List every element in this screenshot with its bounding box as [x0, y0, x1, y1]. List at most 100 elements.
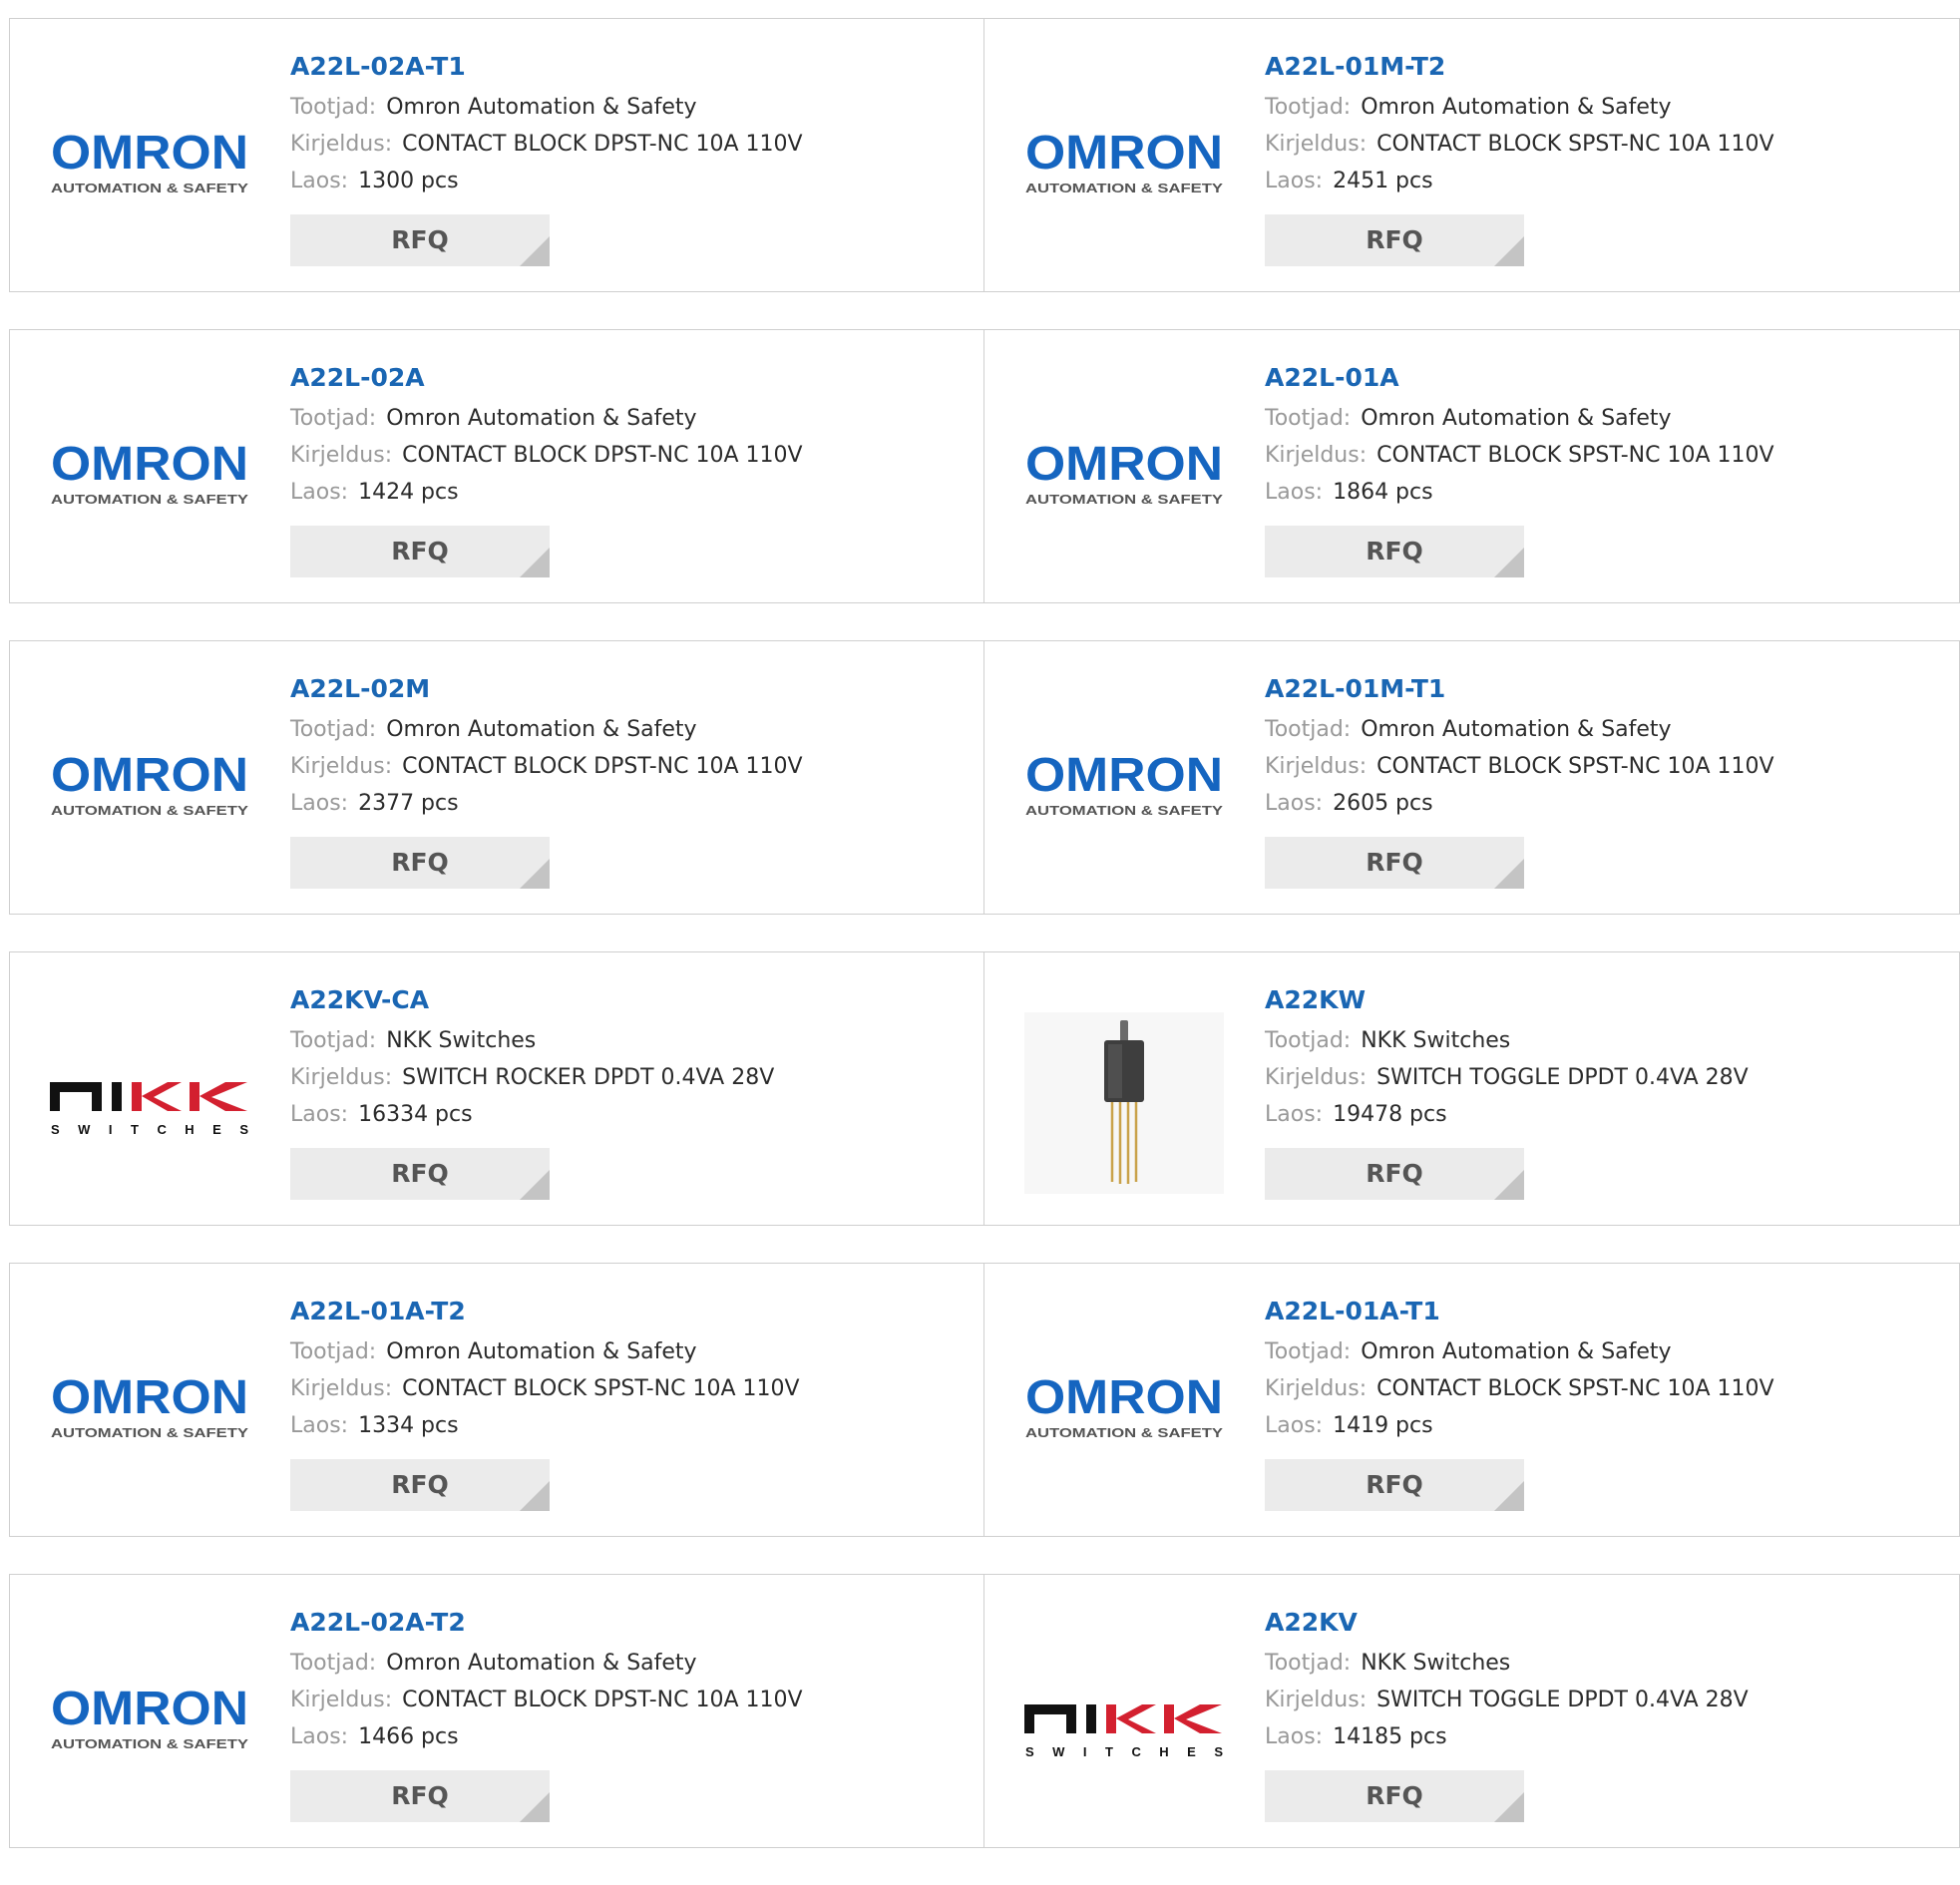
manufacturer-label: Tootjad: [290, 95, 377, 120]
manufacturer-label: Tootjad: [1265, 95, 1352, 120]
product-card: OMRON AUTOMATION & SAFETY A22L-01A-T1 Too… [984, 1263, 1960, 1537]
rfq-label: RFQ [391, 225, 449, 254]
svg-text:OMRON: OMRON [51, 749, 248, 802]
stock-line: Laos: 19478 pcs [1265, 1096, 1943, 1133]
part-number-link[interactable]: A22L-02A-T1 [290, 49, 969, 85]
description-value: CONTACT BLOCK SPST-NC 10A 110V [1376, 132, 1774, 157]
rfq-button[interactable]: RFQ [290, 1770, 550, 1822]
rfq-button[interactable]: RFQ [1265, 1148, 1524, 1200]
omron-logo-icon: OMRON AUTOMATION & SAFETY [51, 1371, 249, 1440]
stock-label: Laos: [1265, 1102, 1324, 1127]
svg-text:AUTOMATION & SAFETY: AUTOMATION & SAFETY [51, 1426, 249, 1440]
description-value: CONTACT BLOCK SPST-NC 10A 110V [1376, 443, 1774, 468]
stock-value: 1424 pcs [358, 480, 459, 505]
part-number-link[interactable]: A22L-02A-T2 [290, 1605, 969, 1641]
part-number-link[interactable]: A22L-01M-T2 [1265, 49, 1943, 85]
rfq-button[interactable]: RFQ [1265, 1770, 1524, 1822]
product-info: A22KV Tootjad: NKK Switches Kirjeldus: SWI… [1265, 1605, 1943, 1822]
omron-logo-icon: OMRON AUTOMATION & SAFETY [51, 127, 249, 195]
rfq-label: RFQ [391, 537, 449, 566]
manufacturer-logo[interactable]: OMRON AUTOMATION & SAFETY [1024, 1359, 1224, 1459]
part-number-link[interactable]: A22KW [1265, 982, 1943, 1018]
manufacturer-label: Tootjad: [290, 1651, 377, 1676]
product-card: OMRON AUTOMATION & SAFETY A22L-01A-T2 Too… [9, 1263, 984, 1537]
stock-label: Laos: [290, 480, 349, 505]
rfq-button[interactable]: RFQ [1265, 1459, 1524, 1511]
corner-triangle-icon [520, 859, 550, 889]
manufacturer-value: Omron Automation & Safety [386, 406, 697, 431]
manufacturer-logo[interactable]: SWITCHES [1024, 1671, 1224, 1770]
omron-logo-icon: OMRON AUTOMATION & SAFETY [1025, 127, 1224, 195]
manufacturer-logo[interactable]: OMRON AUTOMATION & SAFETY [1024, 737, 1224, 837]
product-info: A22L-02A Tootjad: Omron Automation & Safe… [290, 360, 969, 577]
rfq-button[interactable]: RFQ [290, 1148, 550, 1200]
product-grid: OMRON AUTOMATION & SAFETY A22L-02A-T1 Too… [9, 18, 1960, 1885]
manufacturer-line: Tootjad: NKK Switches [290, 1022, 969, 1059]
stock-value: 1334 pcs [358, 1413, 459, 1438]
stock-label: Laos: [290, 1724, 349, 1749]
manufacturer-line: Tootjad: Omron Automation & Safety [290, 711, 969, 748]
rfq-button[interactable]: RFQ [1265, 214, 1524, 266]
description-line: Kirjeldus: SWITCH ROCKER DPDT 0.4VA 28V [290, 1059, 969, 1096]
manufacturer-label: Tootjad: [290, 1339, 377, 1364]
manufacturer-label: Tootjad: [290, 1028, 377, 1053]
product-row: OMRON AUTOMATION & SAFETY A22L-02A-T2 Too… [9, 1574, 1960, 1848]
manufacturer-label: Tootjad: [1265, 1339, 1352, 1364]
stock-label: Laos: [290, 791, 349, 816]
manufacturer-logo[interactable]: OMRON AUTOMATION & SAFETY [50, 1671, 249, 1770]
manufacturer-logo[interactable]: OMRON AUTOMATION & SAFETY [1024, 115, 1224, 214]
rfq-button[interactable]: RFQ [290, 526, 550, 577]
stock-line: Laos: 14185 pcs [1265, 1718, 1943, 1755]
part-number-link[interactable]: A22L-02M [290, 671, 969, 707]
manufacturer-line: Tootjad: Omron Automation & Safety [290, 400, 969, 437]
nkk-logo-icon: SWITCHES [1024, 1704, 1223, 1759]
description-value: SWITCH ROCKER DPDT 0.4VA 28V [402, 1065, 775, 1090]
part-number-link[interactable]: A22L-01M-T1 [1265, 671, 1943, 707]
rfq-button[interactable]: RFQ [290, 837, 550, 889]
rfq-button[interactable]: RFQ [290, 1459, 550, 1511]
manufacturer-logo[interactable] [1024, 1012, 1224, 1194]
description-value: CONTACT BLOCK DPST-NC 10A 110V [402, 443, 803, 468]
stock-label: Laos: [290, 1102, 349, 1127]
description-label: Kirjeldus: [290, 754, 393, 779]
part-number-link[interactable]: A22KV [1265, 1605, 1943, 1641]
stock-value: 2605 pcs [1333, 791, 1433, 816]
part-number-link[interactable]: A22KV-CA [290, 982, 969, 1018]
svg-text:OMRON: OMRON [1025, 438, 1223, 491]
part-number-link[interactable]: A22L-02A [290, 360, 969, 396]
description-label: Kirjeldus: [290, 132, 393, 157]
rfq-label: RFQ [1366, 1781, 1423, 1810]
stock-value: 2377 pcs [358, 791, 459, 816]
product-info: A22L-01M-T2 Tootjad: Omron Automation & S… [1265, 49, 1943, 266]
product-card: OMRON AUTOMATION & SAFETY A22L-01M-T1 Too… [984, 640, 1960, 915]
manufacturer-line: Tootjad: Omron Automation & Safety [1265, 1333, 1943, 1370]
corner-triangle-icon [1494, 1792, 1524, 1822]
product-card: OMRON AUTOMATION & SAFETY A22L-01A Tootja… [984, 329, 1960, 603]
part-number-link[interactable]: A22L-01A-T2 [290, 1294, 969, 1329]
rfq-button[interactable]: RFQ [1265, 526, 1524, 577]
manufacturer-logo[interactable]: OMRON AUTOMATION & SAFETY [50, 737, 249, 837]
part-number-link[interactable]: A22L-01A-T1 [1265, 1294, 1943, 1329]
svg-text:SWITCHES: SWITCHES [51, 1122, 248, 1137]
part-number-link[interactable]: A22L-01A [1265, 360, 1943, 396]
corner-triangle-icon [520, 548, 550, 577]
manufacturer-logo[interactable]: OMRON AUTOMATION & SAFETY [50, 1359, 249, 1459]
manufacturer-value: Omron Automation & Safety [386, 95, 697, 120]
corner-triangle-icon [1494, 1170, 1524, 1200]
manufacturer-logo[interactable]: SWITCHES [50, 1048, 249, 1148]
stock-value: 1419 pcs [1333, 1413, 1433, 1438]
rfq-button[interactable]: RFQ [290, 214, 550, 266]
stock-value: 14185 pcs [1333, 1724, 1447, 1749]
svg-text:OMRON: OMRON [1025, 1371, 1223, 1424]
description-value: CONTACT BLOCK SPST-NC 10A 110V [1376, 754, 1774, 779]
manufacturer-logo[interactable]: OMRON AUTOMATION & SAFETY [50, 426, 249, 526]
stock-line: Laos: 1419 pcs [1265, 1407, 1943, 1444]
rfq-button[interactable]: RFQ [1265, 837, 1524, 889]
manufacturer-logo[interactable]: OMRON AUTOMATION & SAFETY [50, 115, 249, 214]
svg-text:AUTOMATION & SAFETY: AUTOMATION & SAFETY [51, 182, 249, 195]
manufacturer-logo[interactable]: OMRON AUTOMATION & SAFETY [1024, 426, 1224, 526]
stock-label: Laos: [1265, 169, 1324, 193]
description-line: Kirjeldus: SWITCH TOGGLE DPDT 0.4VA 28V [1265, 1059, 1943, 1096]
corner-triangle-icon [520, 236, 550, 266]
rfq-label: RFQ [391, 1159, 449, 1188]
